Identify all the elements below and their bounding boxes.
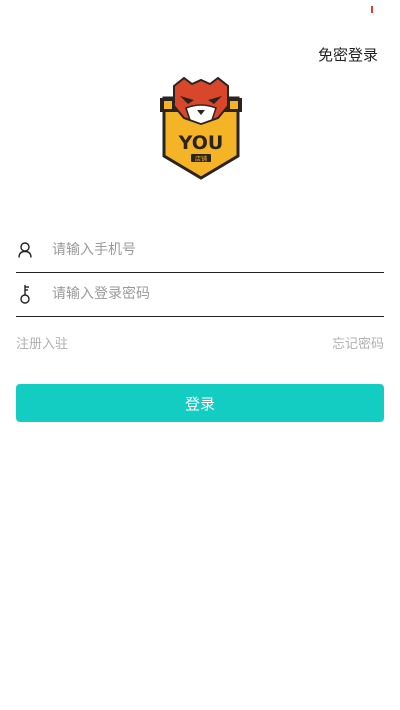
phone-input[interactable] [52, 242, 352, 258]
app-logo: YOU 店铺 [158, 74, 244, 182]
key-icon [16, 284, 34, 304]
register-link[interactable]: 注册入驻 [16, 333, 68, 352]
auth-links: 注册入驻 忘记密码 [16, 333, 384, 352]
phone-field [16, 228, 384, 273]
password-field [16, 272, 384, 317]
login-button[interactable]: 登录 [16, 384, 384, 422]
logo-subtext: 店铺 [195, 155, 207, 163]
logo-wordmark: YOU [178, 132, 224, 154]
passwordless-login-link[interactable]: 免密登录 [318, 44, 378, 65]
status-indicator [371, 6, 373, 13]
password-input[interactable] [52, 286, 352, 302]
user-icon [16, 240, 34, 260]
forgot-password-link[interactable]: 忘记密码 [332, 333, 384, 352]
